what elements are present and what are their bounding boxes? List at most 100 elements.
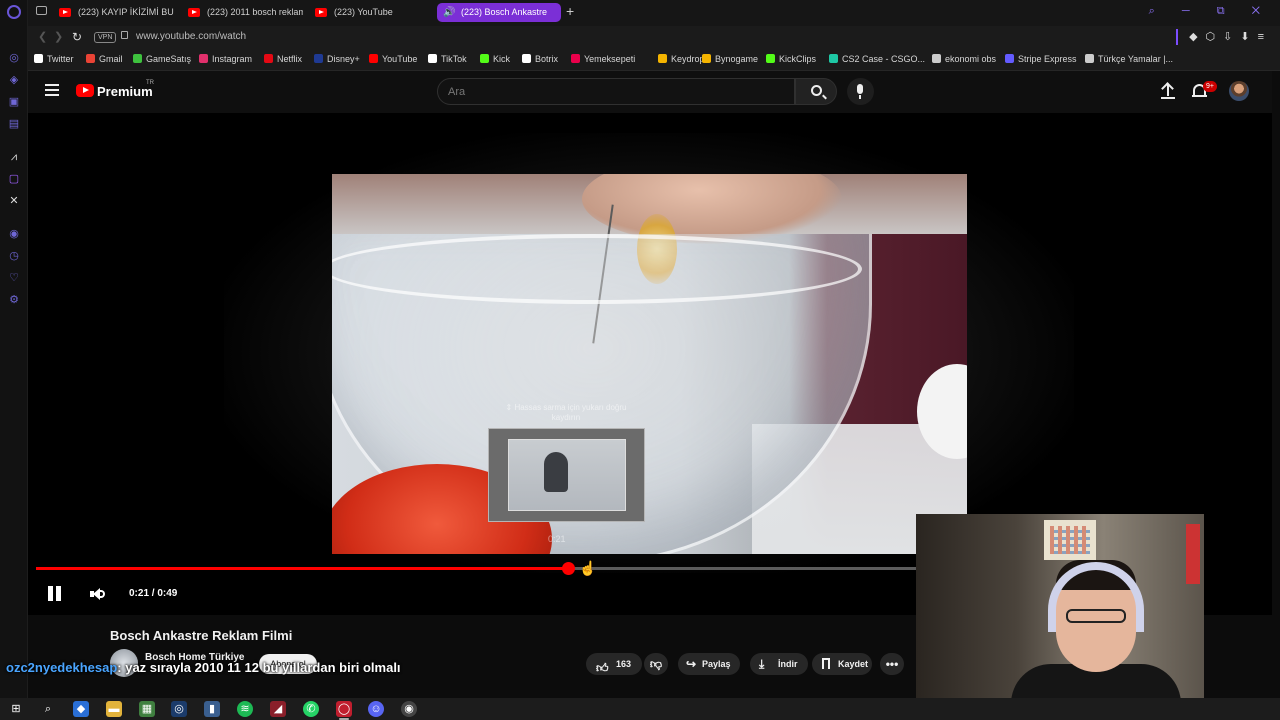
discord-icon[interactable]: ☺ — [368, 701, 384, 717]
upload-icon[interactable] — [1161, 82, 1175, 99]
speaker-icon[interactable]: 🔊 — [443, 3, 455, 22]
file-explorer-icon[interactable]: ▬ — [106, 701, 122, 717]
microphone-icon — [857, 84, 863, 94]
store-icon[interactable]: ▦ — [139, 701, 155, 717]
bookmark-item[interactable]: KickClips — [766, 54, 816, 64]
yamalar-icon — [1085, 54, 1094, 63]
lock-icon[interactable] — [121, 31, 128, 39]
vpn-badge[interactable]: VPN — [94, 32, 117, 43]
messenger-icon[interactable]: ◈ — [8, 74, 20, 86]
tab-bosch-reklam[interactable]: (223) 2011 bosch reklam — [183, 3, 303, 22]
dislike-button[interactable]: 👎︎ — [644, 653, 668, 675]
bookmark-item[interactable]: Botrix — [522, 54, 558, 64]
wall-poster — [1044, 520, 1096, 560]
toolbar-icons[interactable]: ◆⬡⇩⬇≡ — [1189, 30, 1272, 43]
obs-icon[interactable]: ◉ — [401, 701, 417, 717]
stripe-icon — [1005, 54, 1014, 63]
webcam-overlay — [916, 514, 1204, 698]
url-field[interactable]: www.youtube.com/watch — [136, 31, 246, 42]
bookmark-item[interactable]: Netflix — [264, 54, 302, 64]
app-icon[interactable]: ⩘ — [8, 151, 20, 163]
window-controls[interactable]: ⌕ ─ ⧉ ✕ — [1149, 5, 1272, 18]
bookmark-item[interactable]: CS2 Case - CSGO... — [829, 54, 925, 64]
download-button[interactable]: ⤓ İndir — [750, 653, 808, 675]
more-actions-button[interactable]: ••• — [880, 653, 904, 675]
avatar[interactable] — [1229, 81, 1249, 101]
bookmark-item[interactable]: Disney+ — [314, 54, 360, 64]
bookmark-item[interactable]: Stripe Express — [1005, 54, 1077, 64]
opera-logo-icon[interactable] — [7, 5, 21, 19]
bookmark-label: Netflix — [277, 54, 303, 64]
copilot-icon[interactable]: ◆ — [73, 701, 89, 717]
bookmark-label: ekonomi obs — [945, 54, 997, 64]
voice-search-button[interactable] — [847, 78, 874, 105]
bookmark-item[interactable]: Kick — [480, 54, 510, 64]
forward-button[interactable]: ❯ — [54, 30, 63, 43]
whatsapp-icon[interactable]: ✆ — [303, 701, 319, 717]
opera-icon[interactable]: ◯ — [336, 701, 352, 717]
mail-icon[interactable]: ▤ — [8, 118, 20, 130]
bookmark-label: Keydrop — [671, 54, 705, 64]
save-button[interactable]: Kaydet — [812, 653, 872, 675]
volume-button[interactable] — [89, 587, 105, 601]
history-icon[interactable]: ◷ — [8, 250, 20, 262]
bookmark-item[interactable]: TikTok — [428, 54, 467, 64]
botrix-icon — [522, 54, 531, 63]
seek-hint: ⇕ Hassas sarma için yukarı doğru kaydırı… — [505, 403, 627, 422]
workspace-icon[interactable] — [36, 6, 47, 15]
bookmark-item[interactable]: Instagram — [199, 54, 252, 64]
app-icon[interactable]: ▮ — [204, 701, 220, 717]
glasses — [1066, 609, 1126, 623]
preview-person — [544, 452, 568, 492]
menu-icon[interactable] — [45, 84, 59, 96]
scrubber-handle[interactable] — [562, 562, 576, 575]
bookmark-item[interactable]: Gmail — [86, 54, 123, 64]
bookmark-item[interactable]: Keydrop — [658, 54, 705, 64]
x-icon[interactable]: ✕ — [8, 195, 20, 207]
bookmark-label: Twitter — [47, 54, 74, 64]
tab-bosch-ankastre[interactable]: 🔊 (223) Bosch Ankastre — [437, 3, 561, 22]
kick-icon — [480, 54, 489, 63]
search-icon[interactable]: ⌕ — [40, 701, 56, 717]
tab-kayip-ikizimi[interactable]: (223) KAYIP İKİZİMİ BULD — [54, 3, 174, 22]
bookmark-item[interactable]: Twitter — [34, 54, 74, 64]
new-tab-button[interactable]: + — [566, 3, 574, 19]
bookmark-item[interactable]: GameSatış — [133, 54, 191, 64]
twitch-icon[interactable]: ▢ — [8, 173, 20, 185]
bookmark-icon[interactable]: ♡ — [8, 272, 20, 284]
steam-icon[interactable]: ◎ — [171, 701, 187, 717]
chat-icon[interactable]: ▣ — [8, 96, 20, 108]
settings-icon[interactable]: ⚙ — [8, 294, 20, 306]
bookmark-label: GameSatış — [146, 54, 192, 64]
youtube-logo-icon[interactable] — [76, 84, 94, 97]
thumbs-up-icon: 👍︎ — [596, 661, 609, 675]
keydrop-icon — [658, 54, 667, 63]
pause-button[interactable] — [46, 585, 64, 603]
like-button[interactable]: 👍︎ 163 — [586, 653, 642, 675]
spotify-icon[interactable]: ≋ — [237, 701, 253, 717]
back-button[interactable]: ❮ — [38, 30, 47, 43]
disney-icon — [314, 54, 323, 63]
logo-text[interactable]: Premium — [97, 84, 153, 99]
microphone-stand — [859, 95, 861, 99]
bookmark-label: Bynogame — [715, 54, 759, 64]
bookmark-item[interactable]: ekonomi obs — [932, 54, 996, 64]
progress-bar[interactable] — [36, 562, 916, 575]
editor-icon[interactable]: ◢ — [270, 701, 286, 717]
chat-username: ozc2nyedekhesap — [6, 660, 118, 675]
video-frame[interactable] — [332, 174, 967, 554]
bookmark-item[interactable]: Bynogame — [702, 54, 758, 64]
more-icon: ••• — [885, 657, 899, 671]
share-button[interactable]: ↪ Paylaş — [678, 653, 740, 675]
tab-youtube[interactable]: (223) YouTube — [310, 3, 430, 22]
search-input[interactable] — [448, 84, 778, 100]
bookmark-item[interactable]: Türkçe Yamalar |... — [1085, 54, 1173, 64]
search-button[interactable] — [795, 78, 837, 105]
bookmark-item[interactable]: YouTube — [369, 54, 417, 64]
reload-button[interactable]: ↻ — [72, 30, 82, 44]
bookmark-item[interactable]: Yemeksepeti — [571, 54, 635, 64]
player-icon[interactable]: ◉ — [8, 228, 20, 240]
start-icon[interactable]: ⊞ — [8, 701, 24, 717]
bookmark-label: TikTok — [441, 54, 467, 64]
ai-icon[interactable]: ◎ — [8, 52, 20, 64]
